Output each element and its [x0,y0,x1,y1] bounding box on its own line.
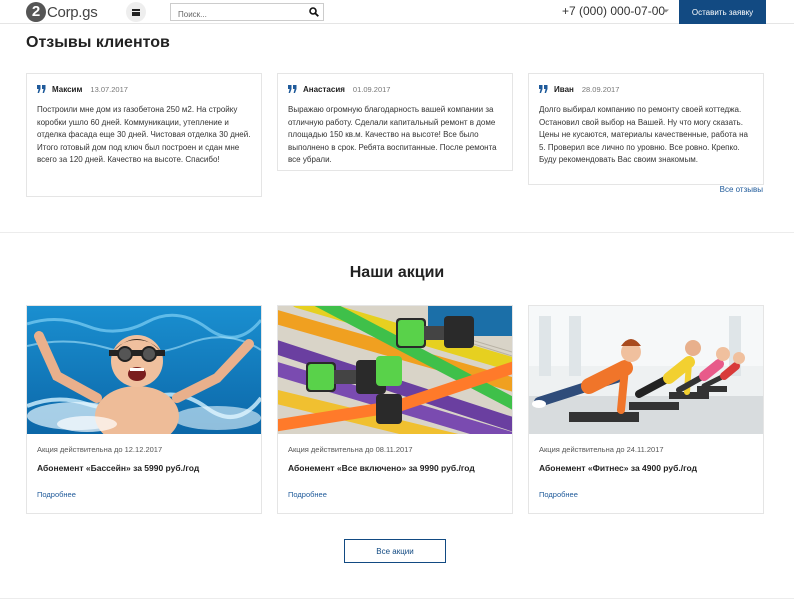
promo-card[interactable]: Акция действительна до 24.11.2017 Абонем… [528,305,764,514]
logo-mark: 2 [26,2,46,22]
promo-validity: Акция действительна до 24.11.2017 [539,445,664,454]
phone-number[interactable]: +7 (000) 000-07-00 [562,4,665,18]
review-author: Максим [52,84,83,94]
promo-card[interactable]: Акция действительна до 08.11.2017 Абонем… [277,305,513,514]
promo-name[interactable]: Абонемент «Все включено» за 9990 руб./го… [288,463,475,473]
promo-more-link[interactable]: Подробнее [37,490,76,499]
review-author: Иван [554,84,574,94]
logo-text: Corp.gs [47,3,98,21]
review-header: Максим 13.07.2017 [37,83,251,95]
review-date: 01.09.2017 [352,84,391,94]
review-card: Иван 28.09.2017 Долго выбирал компанию п… [528,73,764,185]
section-divider [0,232,794,233]
chevron-down-icon[interactable] [663,8,669,14]
pool-noodles-photo[interactable] [278,306,512,434]
review-text: Построили мне дом из газобетона 250 м2. … [37,105,251,165]
review-text: Выражаю огромную благодарность вашей ком… [288,105,497,165]
promotions-title: Наши акции [349,264,445,281]
review-header: Анастасия 01.09.2017 [288,83,502,95]
search-box [170,3,324,23]
hamburger-icon [132,8,140,16]
menu-button[interactable] [126,2,146,22]
pool-boy-photo[interactable] [27,306,261,434]
all-reviews-link[interactable]: Все отзывы [720,185,763,194]
promo-more-link[interactable]: Подробнее [539,490,578,499]
all-promotions-button[interactable]: Все акции [344,539,446,563]
order-button[interactable]: Оставить заявку [679,0,766,24]
search-icon[interactable] [309,7,319,17]
review-author: Анастасия [303,84,345,94]
review-text: Долго выбирал компанию по ремонту своей … [539,105,748,165]
review-card: Анастасия 01.09.2017 Выражаю огромную бл… [277,73,513,171]
review-header: Иван 28.09.2017 [539,83,753,95]
quote-icon [539,85,548,93]
review-date: 13.07.2017 [90,84,128,94]
promo-validity: Акция действительна до 12.12.2017 [37,445,163,454]
quote-icon [288,85,297,93]
logo[interactable]: 2 Corp.gs [26,1,98,23]
promo-name[interactable]: Абонемент «Бассейн» за 5990 руб./год [37,463,199,473]
promo-validity: Акция действительна до 08.11.2017 [288,445,413,454]
review-card: Максим 13.07.2017 Построили мне дом из г… [26,73,262,197]
site-header: 2 Corp.gs +7 (000) 000-07-00 Оставить за… [0,0,794,24]
review-date: 28.09.2017 [581,84,620,94]
quote-icon [37,85,46,93]
promo-name[interactable]: Абонемент «Фитнес» за 4900 руб./год [539,463,697,473]
promo-card[interactable]: Акция действительна до 12.12.2017 Абонем… [26,305,262,514]
search-input[interactable] [171,6,301,23]
reviews-title: Отзывы клиентов [26,34,170,51]
fitness-kids-photo[interactable] [529,306,763,434]
promo-more-link[interactable]: Подробнее [288,490,327,499]
section-divider [0,598,794,599]
